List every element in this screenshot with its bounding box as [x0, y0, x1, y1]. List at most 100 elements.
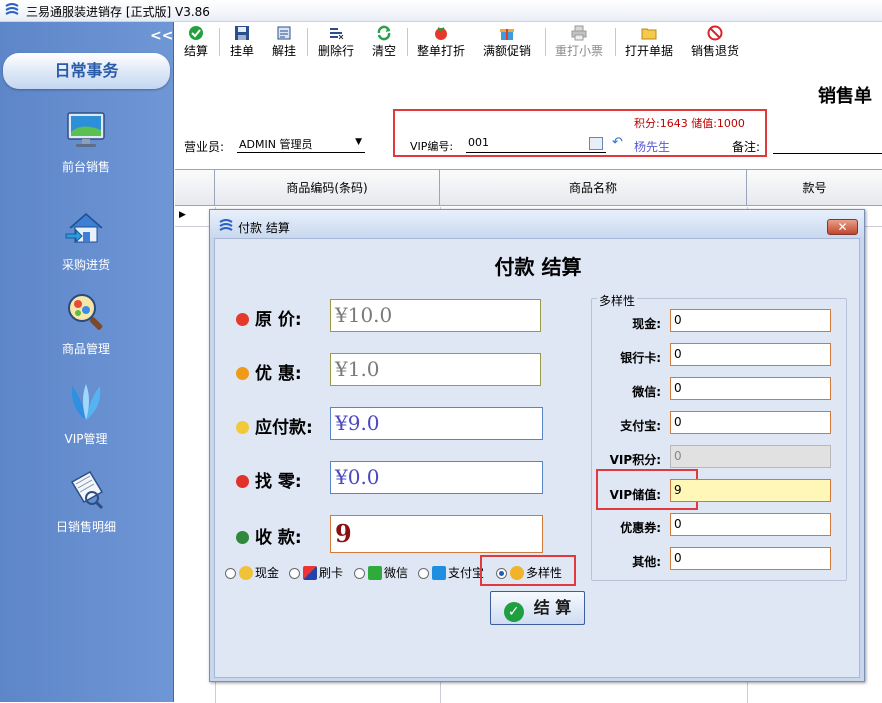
- whole-order-discount-button[interactable]: 整单打折: [415, 22, 467, 62]
- printer-icon: [571, 25, 587, 41]
- payment-option-alipay[interactable]: 支付宝: [418, 564, 484, 581]
- sidebar-item-products[interactable]: 商品管理: [0, 290, 172, 357]
- discount-field: ¥1.0: [330, 353, 541, 386]
- hang-order-button[interactable]: 挂单: [227, 22, 257, 62]
- unhang-order-button[interactable]: 解挂: [269, 22, 299, 62]
- column-header-name[interactable]: 商品名称: [440, 170, 747, 206]
- radio-button[interactable]: [418, 568, 429, 579]
- toolbar: 结算 挂单 解挂 删除行 清空 整单打折 满额促销 重打小票 打开单据 销售退货: [175, 22, 882, 62]
- coins-icon: [239, 566, 253, 580]
- clerk-select-value: ADMIN 管理员: [239, 138, 313, 151]
- sidebar-item-front-sales[interactable]: 前台销售: [0, 108, 172, 175]
- vip-points-info: 积分:1643 储值:1000: [634, 117, 745, 130]
- tomato-icon: [435, 27, 447, 40]
- dialog-heading: 付款 结算: [494, 255, 582, 279]
- undo-arrow-icon: ↶: [612, 135, 623, 150]
- multi-cash-label: 现金:: [632, 317, 661, 331]
- radio-button[interactable]: [225, 568, 236, 579]
- sidebar-item-daily-sales[interactable]: 日销售明细: [0, 468, 172, 535]
- clerk-select[interactable]: ADMIN 管理员 ▼: [237, 134, 365, 153]
- radio-button[interactable]: [354, 568, 365, 579]
- sidebar-item-label: VIP管理: [64, 432, 108, 446]
- close-icon[interactable]: ✕: [827, 219, 858, 235]
- grid-corner: [175, 170, 215, 206]
- clear-button[interactable]: 清空: [369, 22, 399, 62]
- multi-other-input[interactable]: 0: [670, 547, 831, 570]
- apple-icon: [236, 475, 249, 488]
- app-logo-icon: [219, 219, 233, 231]
- toolbar-separator: [219, 28, 220, 56]
- change-label: 找 零:: [236, 467, 302, 492]
- column-header-style[interactable]: 款号: [747, 170, 882, 206]
- payment-option-cash[interactable]: 现金: [225, 564, 279, 581]
- remark-input[interactable]: [773, 153, 882, 154]
- toolbar-separator: [615, 28, 616, 56]
- chevron-down-icon[interactable]: ▼: [355, 137, 362, 147]
- gift-icon: [500, 29, 514, 40]
- vip-name: 杨先生: [634, 140, 671, 154]
- sidebar-item-vip[interactable]: VIP管理: [0, 380, 172, 447]
- reprint-receipt-button[interactable]: 重打小票: [553, 22, 605, 62]
- multi-cash-input[interactable]: 0: [670, 309, 831, 332]
- tomato-icon: [236, 313, 249, 326]
- sidebar-item-label: 日销售明细: [55, 520, 116, 534]
- multi-vip-points-input: 0: [670, 445, 831, 468]
- return-icon: [707, 25, 723, 41]
- vip-number-input[interactable]: 001: [466, 134, 606, 153]
- multi-bank-card-input[interactable]: 0: [670, 343, 831, 366]
- column-header-code[interactable]: 商品编码(条码): [215, 170, 440, 206]
- radio-button-selected[interactable]: [496, 568, 507, 579]
- dialog-titlebar[interactable]: 付款 结算 ✕: [210, 210, 864, 238]
- settle-button[interactable]: ✓ 结 算: [490, 591, 585, 625]
- multi-wechat-label: 微信:: [632, 385, 661, 399]
- collapse-sidebar-button[interactable]: <<: [150, 28, 173, 44]
- multi-alipay-input[interactable]: 0: [670, 411, 831, 434]
- radio-button[interactable]: [289, 568, 300, 579]
- sidebar: << 日常事务 前台销售 采购进货 商品管理 VIP管理 日销售明细: [0, 22, 174, 702]
- sidebar-item-purchase[interactable]: 采购进货: [0, 206, 172, 273]
- multi-payment-group: [591, 298, 847, 581]
- app-titlebar: 三易通服装进销存 [正式版] V3.86: [0, 0, 882, 22]
- alipay-icon: [432, 566, 446, 580]
- monitor-icon: [67, 112, 105, 147]
- sales-return-button[interactable]: 销售退货: [689, 22, 741, 62]
- settle-toolbar-button[interactable]: 结算: [181, 22, 211, 62]
- report-icon: [70, 470, 104, 510]
- discount-label: 优 惠:: [236, 359, 302, 384]
- multi-coupon-input[interactable]: 0: [670, 513, 831, 536]
- dialog-title: 付款 结算: [238, 221, 290, 235]
- multi-vip-stored-label: VIP储值:: [609, 488, 661, 502]
- open-order-button[interactable]: 打开单据: [623, 22, 675, 62]
- grid-header: 商品编码(条码) 商品名称 款号: [175, 170, 882, 206]
- vip-number-label: VIP编号:: [410, 140, 454, 153]
- multi-vip-stored-input[interactable]: 9: [670, 479, 831, 502]
- delete-row-button[interactable]: 删除行: [315, 22, 357, 62]
- toolbar-separator: [407, 28, 408, 56]
- toolbar-separator: [545, 28, 546, 56]
- multi-wechat-input[interactable]: 0: [670, 377, 831, 400]
- app-title: 三易通服装进销存 [正式版] V3.86: [26, 5, 210, 19]
- folder-icon: [641, 28, 657, 40]
- save-icon: [235, 26, 249, 40]
- payment-option-card[interactable]: 刷卡: [289, 564, 343, 581]
- multi-other-label: 其他:: [632, 555, 661, 569]
- payment-option-wechat[interactable]: 微信: [354, 564, 408, 581]
- app-logo-icon: [5, 3, 19, 15]
- full-amount-promo-button[interactable]: 满额促销: [481, 22, 533, 62]
- remark-label: 备注:: [732, 140, 761, 154]
- payable-label: 应付款:: [236, 413, 313, 438]
- toolbar-separator: [307, 28, 308, 56]
- checkmark-icon: ✓: [503, 602, 524, 622]
- payable-field: ¥9.0: [330, 407, 543, 440]
- multi-payment-legend: 多样性: [597, 292, 638, 309]
- sidebar-item-label: 采购进货: [61, 258, 110, 272]
- plus-icon: [510, 566, 524, 580]
- vip-lookup-icon[interactable]: [589, 137, 603, 150]
- clerk-label: 营业员:: [184, 140, 225, 154]
- wechat-icon: [368, 566, 382, 580]
- received-input[interactable]: 9: [330, 515, 543, 553]
- house-icon: [65, 213, 103, 244]
- payment-option-multi[interactable]: 多样性: [496, 564, 562, 581]
- daily-affairs-button[interactable]: 日常事务: [3, 53, 170, 89]
- row-indicator-icon: ▶: [179, 210, 186, 220]
